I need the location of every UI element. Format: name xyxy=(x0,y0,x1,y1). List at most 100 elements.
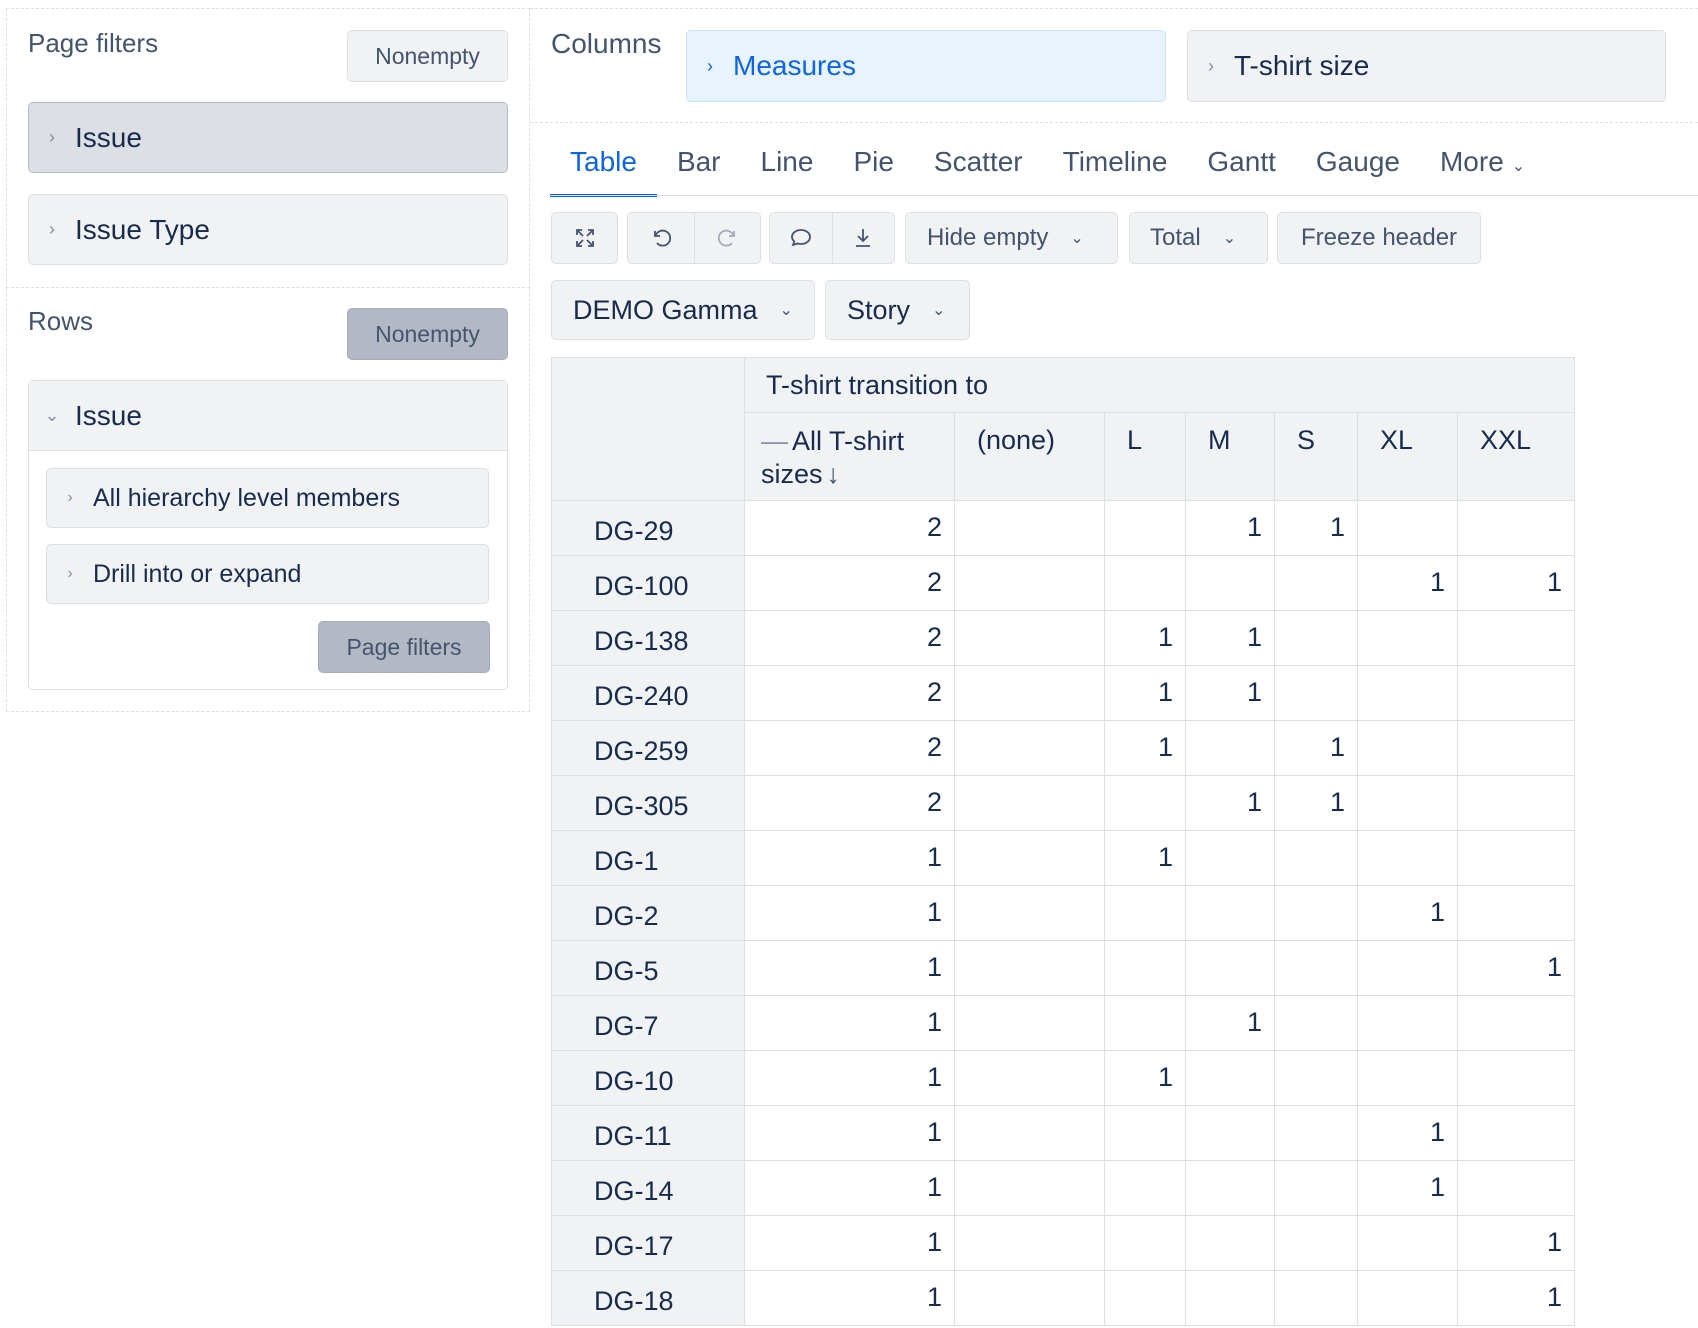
tab-line[interactable]: Line xyxy=(741,140,834,196)
page-filter-issue-type[interactable]: › Issue Type xyxy=(28,194,508,265)
column-measures[interactable]: › Measures xyxy=(686,30,1166,102)
sort-descending-icon[interactable]: ↓ xyxy=(827,459,841,489)
page-filters-nonempty-button[interactable]: Nonempty xyxy=(347,30,508,82)
table-cell xyxy=(1357,665,1458,721)
table-cell xyxy=(954,720,1105,776)
column-header-xxl[interactable]: XXL xyxy=(1457,412,1575,501)
table-cell: 1 xyxy=(744,1105,955,1161)
all-hierarchy-level-members-option[interactable]: › All hierarchy level members xyxy=(46,468,489,528)
table-cell xyxy=(1457,665,1575,721)
rows-nonempty-button[interactable]: Nonempty xyxy=(347,308,508,360)
table-cell xyxy=(1274,940,1358,996)
row-header[interactable]: DG-18 xyxy=(551,1270,745,1326)
table-body: DG-29 2 1 1 DG-100 2 1 1 DG-138 2 1 1 DG-240 2 1 1 DG-25… xyxy=(551,500,1575,1326)
issue-type-filter-label: Story xyxy=(847,294,911,325)
table-cell xyxy=(1457,1050,1575,1106)
page-filters-button[interactable]: Page filters xyxy=(318,621,490,673)
table-cell xyxy=(954,1050,1105,1106)
table-cell: 1 xyxy=(1104,1050,1186,1106)
column-header-xl[interactable]: XL xyxy=(1357,412,1458,501)
download-button[interactable] xyxy=(831,213,894,263)
column-header-none[interactable]: (none) xyxy=(954,412,1105,501)
tab-scatter[interactable]: Scatter xyxy=(914,140,1043,196)
row-header[interactable]: DG-17 xyxy=(551,1215,745,1271)
table-cell xyxy=(1457,995,1575,1051)
table-cell: 1 xyxy=(1185,995,1275,1051)
table-row: DG-14 1 1 xyxy=(551,1160,1575,1216)
tab-timeline[interactable]: Timeline xyxy=(1043,140,1188,196)
drill-into-or-expand-option[interactable]: › Drill into or expand xyxy=(46,544,489,604)
redo-button[interactable] xyxy=(694,213,760,263)
row-header[interactable]: DG-305 xyxy=(551,775,745,831)
table-cell: 1 xyxy=(1457,1270,1575,1326)
table-cell xyxy=(1274,1105,1358,1161)
table-cell xyxy=(1274,1050,1358,1106)
row-header[interactable]: DG-29 xyxy=(551,500,745,556)
row-header[interactable]: DG-1 xyxy=(551,830,745,886)
row-header[interactable]: DG-14 xyxy=(551,1160,745,1216)
total-dropdown[interactable]: Total ⌄ xyxy=(1129,212,1268,264)
columns-title: Columns xyxy=(551,28,662,59)
table-cell xyxy=(954,830,1105,886)
table-cell xyxy=(1457,1160,1575,1216)
column-tshirt-size[interactable]: › T-shirt size xyxy=(1187,30,1666,102)
row-header[interactable]: DG-259 xyxy=(551,720,745,776)
table-cell: 1 xyxy=(744,1215,955,1271)
fullscreen-button[interactable] xyxy=(551,212,618,264)
table-corner xyxy=(551,357,745,501)
table-cell xyxy=(1274,555,1358,611)
project-filter-dropdown[interactable]: DEMO Gamma ⌄ xyxy=(551,280,815,340)
chevron-right-icon: › xyxy=(67,489,73,506)
tab-table[interactable]: Table xyxy=(550,140,657,197)
table-cell: 1 xyxy=(1185,610,1275,666)
table-cell: 1 xyxy=(1457,1215,1575,1271)
collapse-icon[interactable]: — xyxy=(761,426,788,456)
table-row: DG-138 2 1 1 xyxy=(551,610,1575,666)
rows-dimension-issue[interactable]: ⌄ Issue xyxy=(29,381,507,451)
tab-gantt[interactable]: Gantt xyxy=(1187,140,1295,196)
column-header-all[interactable]: — All T-shirt sizes ↓ xyxy=(744,412,955,501)
row-header[interactable]: DG-240 xyxy=(551,665,745,721)
tab-gauge[interactable]: Gauge xyxy=(1296,140,1420,196)
table-cell xyxy=(1357,1215,1458,1271)
row-header[interactable]: DG-7 xyxy=(551,995,745,1051)
undo-button[interactable] xyxy=(628,213,694,263)
hide-empty-dropdown[interactable]: Hide empty ⌄ xyxy=(905,212,1118,264)
tab-pie[interactable]: Pie xyxy=(833,140,913,196)
table-cell: 1 xyxy=(1104,610,1186,666)
rows-dimension-panel: ⌄ Issue › All hierarchy level members › … xyxy=(28,380,508,690)
table-cell xyxy=(1457,720,1575,776)
section-divider xyxy=(6,287,530,288)
row-header[interactable]: DG-2 xyxy=(551,885,745,941)
issue-type-filter-dropdown[interactable]: Story ⌄ xyxy=(825,280,970,340)
table-cell xyxy=(1185,940,1275,996)
table-row: DG-18 1 1 xyxy=(551,1270,1575,1326)
table-cell: 1 xyxy=(744,940,955,996)
row-header[interactable]: DG-138 xyxy=(551,610,745,666)
table-cell xyxy=(954,995,1105,1051)
row-header[interactable]: DG-5 xyxy=(551,940,745,996)
row-header[interactable]: DG-10 xyxy=(551,1050,745,1106)
column-group-header[interactable]: T-shirt transition to xyxy=(744,357,1575,413)
column-header-l[interactable]: L xyxy=(1104,412,1186,501)
column-header-s[interactable]: S xyxy=(1274,412,1358,501)
tab-bar[interactable]: Bar xyxy=(657,140,741,196)
tab-more[interactable]: More ⌄ xyxy=(1420,140,1545,196)
row-header[interactable]: DG-100 xyxy=(551,555,745,611)
table-cell xyxy=(1274,610,1358,666)
table-cell xyxy=(1185,1160,1275,1216)
redo-icon xyxy=(717,229,735,247)
table-cell: 2 xyxy=(744,665,955,721)
table-cell xyxy=(1274,830,1358,886)
table-cell: 1 xyxy=(744,1160,955,1216)
row-header[interactable]: DG-11 xyxy=(551,1105,745,1161)
table-row: DG-7 1 1 xyxy=(551,995,1575,1051)
table-cell xyxy=(954,610,1105,666)
column-header-m[interactable]: M xyxy=(1185,412,1275,501)
chart-type-tabs: Table Bar Line Pie Scatter Timeline Gant… xyxy=(550,140,1545,197)
page-filter-issue[interactable]: › Issue xyxy=(28,102,508,173)
table-cell xyxy=(1104,775,1186,831)
comment-button[interactable] xyxy=(770,213,832,263)
table-cell: 1 xyxy=(744,995,955,1051)
freeze-header-button[interactable]: Freeze header xyxy=(1277,212,1481,264)
